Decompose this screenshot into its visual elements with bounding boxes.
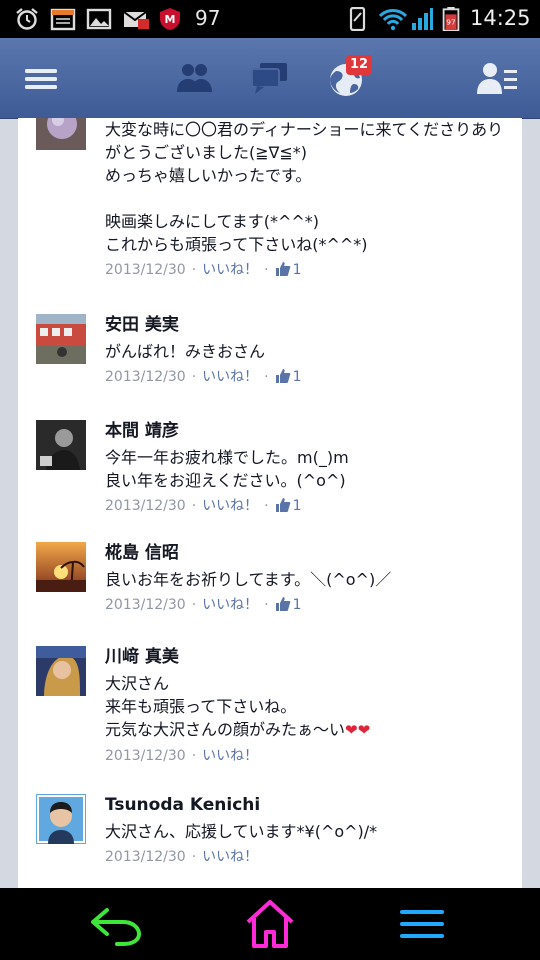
friends-list-icon[interactable] <box>474 56 520 102</box>
wifi-icon <box>378 9 408 31</box>
comment-text: 今年一年お疲れ様でした。m(_)m 良い年をお迎えください。(^o^) <box>105 448 349 490</box>
avatar[interactable] <box>36 314 86 364</box>
comment-text: 良いお年をお祈りしてます。＼(^o^)／ <box>105 570 392 589</box>
avatar[interactable] <box>36 118 86 150</box>
thumbs-up-icon <box>275 262 291 276</box>
messages-icon[interactable] <box>247 56 293 102</box>
clock: 14:25 <box>470 6 531 30</box>
like-count: 1 <box>292 498 302 514</box>
comment-date: 2013/12/30 <box>105 369 186 385</box>
battery-icon: 97 <box>442 7 460 31</box>
comment-text: 大変な時に〇〇君のディナーショーに来てくださりありがとうございました(≧∇≦*)… <box>105 120 504 254</box>
like-link[interactable]: いいね！ <box>202 262 258 278</box>
thumbs-up-icon <box>275 369 291 383</box>
comment-date: 2013/12/30 <box>105 849 186 865</box>
menu-icon[interactable] <box>392 898 452 950</box>
back-icon[interactable] <box>87 898 147 950</box>
vibrate-icon <box>349 7 366 31</box>
commenter-name[interactable]: 安田 美実 <box>105 314 515 340</box>
top-navigation-bar: 12 <box>0 38 540 119</box>
comment-text-body: 大沢さん 来年も頑張って下さいね。 元気な大沢さんの顔がみたぁ〜い <box>105 674 346 739</box>
thumbs-up-icon <box>275 498 291 512</box>
avatar[interactable] <box>36 794 86 844</box>
like-link[interactable]: いいね！ <box>202 597 258 613</box>
mail-icon <box>123 11 149 29</box>
like-count: 1 <box>292 369 302 385</box>
comment-text: 大沢さん 来年も頑張って下さいね。 元気な大沢さんの顔がみたぁ〜い❤❤ <box>105 672 515 742</box>
notifications-badge: 12 <box>346 55 372 75</box>
status-bar: M 97 97 14:25 <box>0 0 540 38</box>
like-link[interactable]: いいね！ <box>202 849 258 865</box>
notification-count: 97 <box>195 6 221 30</box>
comment-meta: 2013/12/30 · いいね！ · 1 <box>105 597 302 613</box>
commenter-name[interactable]: 椛島 信昭 <box>105 542 515 568</box>
alarm-icon <box>16 8 38 30</box>
mcafee-icon: M <box>160 8 180 30</box>
comment-date: 2013/12/30 <box>105 498 186 514</box>
system-navigation-bar <box>0 888 540 960</box>
home-icon[interactable] <box>240 898 300 950</box>
like-count: 1 <box>292 597 302 613</box>
comment-meta: 2013/12/30 · いいね！ · 1 <box>105 498 302 514</box>
comment-meta: 2013/12/30 · いいね！ · 1 <box>105 369 302 385</box>
comment-date: 2013/12/30 <box>105 748 186 764</box>
commenter-name[interactable]: 本間 靖彦 <box>105 420 515 446</box>
calendar-icon <box>50 8 76 31</box>
svg-text:M: M <box>165 13 176 26</box>
comment-date: 2013/12/30 <box>105 262 186 278</box>
like-link[interactable]: いいね！ <box>202 498 258 514</box>
like-count: 1 <box>292 262 302 278</box>
thumbs-up-icon <box>275 597 291 611</box>
comment-text: がんばれ！みきおさん <box>105 342 266 361</box>
avatar[interactable] <box>36 420 86 470</box>
comments-feed[interactable]: 大変な時に〇〇君のディナーショーに来てくださりありがとうございました(≧∇≦*)… <box>18 118 522 888</box>
avatar[interactable] <box>36 646 86 696</box>
heart-icon: ❤❤ <box>345 721 371 739</box>
comment-date: 2013/12/30 <box>105 597 186 613</box>
like-link[interactable]: いいね！ <box>202 748 258 764</box>
avatar[interactable] <box>36 542 86 592</box>
signal-icon <box>412 8 433 30</box>
comment-text: 大沢さん、応援しています*¥(^o^)/* <box>105 822 378 841</box>
commenter-name[interactable]: Tsunoda Kenichi <box>105 794 515 820</box>
menu-icon[interactable] <box>18 56 64 102</box>
battery-level: 97 <box>446 18 456 27</box>
comment-meta: 2013/12/30 · いいね！ · 1 <box>105 262 302 278</box>
like-link[interactable]: いいね！ <box>202 369 258 385</box>
comment-meta: 2013/12/30 · いいね！ <box>105 849 259 865</box>
comment-meta: 2013/12/30 · いいね！ <box>105 748 259 764</box>
gallery-icon <box>86 8 112 30</box>
friend-requests-icon[interactable] <box>171 56 217 102</box>
commenter-name[interactable]: 川﨑 真美 <box>105 646 515 672</box>
